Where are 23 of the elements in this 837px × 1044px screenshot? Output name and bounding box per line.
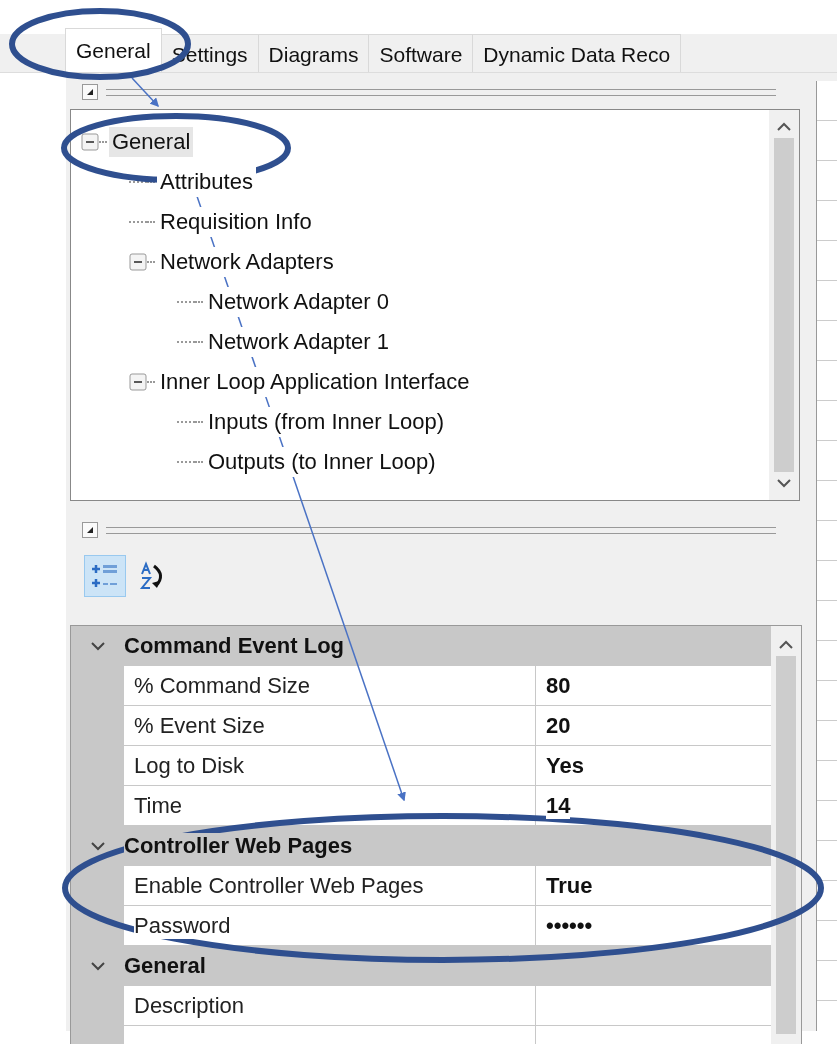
tab[interactable]: General <box>65 28 162 72</box>
triangle-icon <box>86 526 94 534</box>
scrollbar[interactable] <box>769 110 799 500</box>
chevron-icon[interactable] <box>89 641 106 651</box>
collapse-icon[interactable] <box>129 373 147 391</box>
chevron-icon[interactable] <box>89 841 106 851</box>
category-header: Controller Web Pages <box>124 833 353 859</box>
scroll-up-icon[interactable] <box>778 640 794 650</box>
chevron-icon[interactable] <box>89 961 106 971</box>
triangle-icon <box>86 88 94 96</box>
categorized-button[interactable] <box>84 555 126 597</box>
scrollbar[interactable] <box>771 626 801 1044</box>
collapse-button[interactable] <box>82 84 98 100</box>
scroll-down-icon[interactable] <box>776 478 792 488</box>
scroll-up-icon[interactable] <box>776 122 792 132</box>
collapse-button[interactable] <box>82 522 98 538</box>
tab[interactable]: Dynamic Data Reco <box>472 34 682 72</box>
tree-item[interactable]: General <box>109 127 194 157</box>
value-cell[interactable] <box>536 986 771 1026</box>
collapse-icon[interactable] <box>81 133 99 151</box>
annotation-arrow <box>131 77 159 108</box>
tree-item[interactable]: Attributes <box>157 167 256 197</box>
collapse-icon[interactable] <box>129 253 147 271</box>
